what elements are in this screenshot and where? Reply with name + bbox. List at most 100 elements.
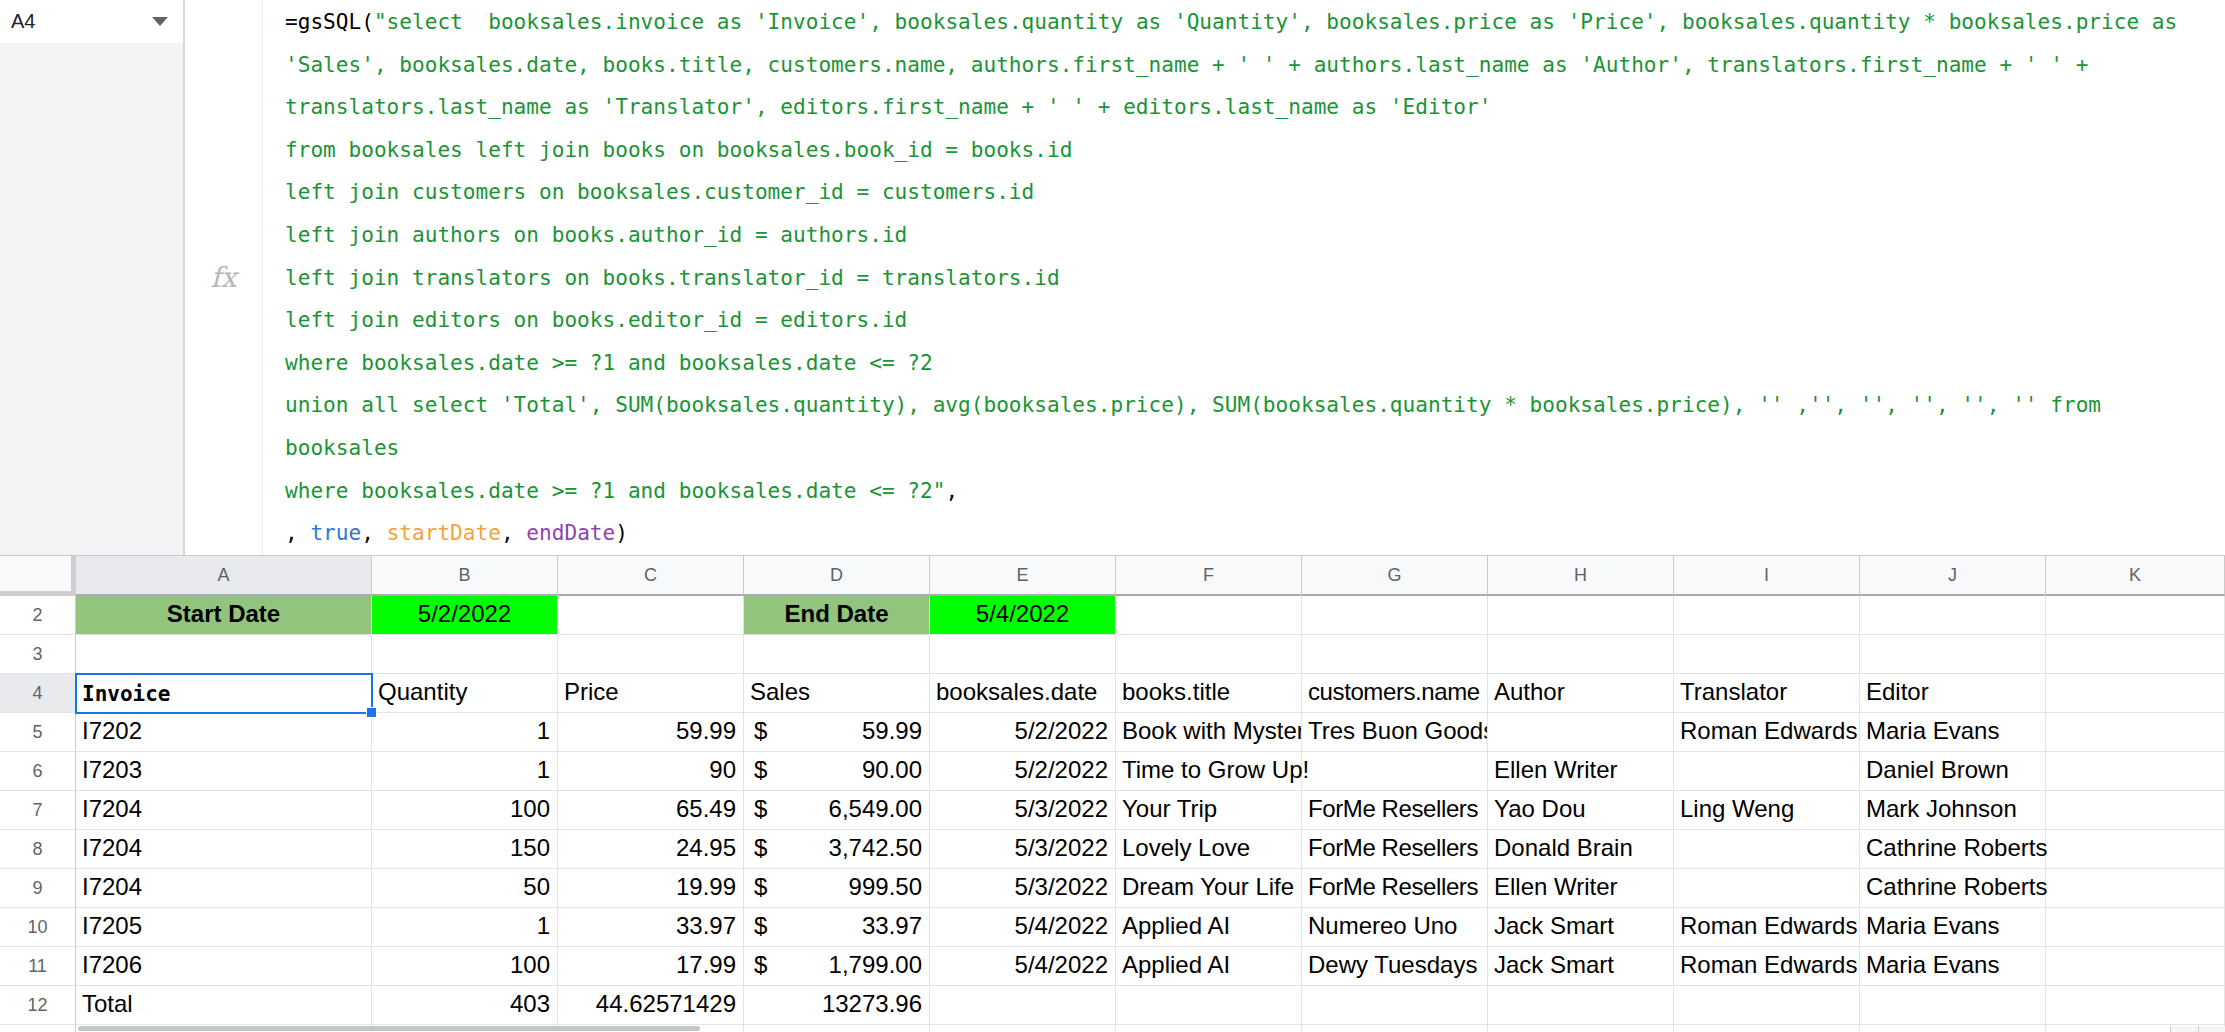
cell-C12[interactable]: 44.62571429 (558, 986, 744, 1025)
cell-C10[interactable]: 33.97 (558, 908, 744, 947)
cell-J12[interactable] (1860, 986, 2046, 1025)
column-header-J[interactable]: J (1860, 555, 2046, 596)
cell-I8[interactable] (1674, 830, 1860, 869)
cell-A4[interactable]: Invoice (76, 674, 372, 713)
cell-E11[interactable]: 5/4/2022 (930, 947, 1116, 986)
column-header-H[interactable]: H (1488, 555, 1674, 596)
cell-D10[interactable]: $33.97 (744, 908, 930, 947)
cell-K5[interactable] (2046, 713, 2225, 752)
cell-I2[interactable] (1674, 596, 1860, 635)
cell-K10[interactable] (2046, 908, 2225, 947)
cell-B11[interactable]: 100 (372, 947, 558, 986)
cell-D2[interactable]: End Date (744, 596, 930, 635)
cell-K4[interactable] (2046, 674, 2225, 713)
cell-G8[interactable]: ForMe Resellers (1302, 830, 1488, 869)
row-header-10[interactable]: 10 (0, 908, 76, 947)
cell-C3[interactable] (558, 635, 744, 674)
column-header-E[interactable]: E (930, 555, 1116, 596)
row-header-5[interactable]: 5 (0, 713, 76, 752)
cell-H11[interactable]: Jack Smart (1488, 947, 1674, 986)
row-header-4[interactable]: 4 (0, 674, 76, 713)
cell-F2[interactable] (1116, 596, 1302, 635)
cell-I9[interactable] (1674, 869, 1860, 908)
formula-input[interactable]: =gsSQL("select booksales.invoice as 'Inv… (264, 0, 2225, 555)
name-box[interactable]: A4 (0, 0, 183, 43)
cell-B10[interactable]: 1 (372, 908, 558, 947)
row-header-9[interactable]: 9 (0, 869, 76, 908)
cell-B6[interactable]: 1 (372, 752, 558, 791)
cell-B3[interactable] (372, 635, 558, 674)
cell-K9[interactable] (2046, 869, 2225, 908)
cell-H3[interactable] (1488, 635, 1674, 674)
cell-E4[interactable]: booksales.date (930, 674, 1116, 713)
cell-I3[interactable] (1674, 635, 1860, 674)
cell-G10[interactable]: Numereo Uno (1302, 908, 1488, 947)
cell-B7[interactable]: 100 (372, 791, 558, 830)
cell-I11[interactable]: Roman Edwards (1674, 947, 1860, 986)
cell-C2[interactable] (558, 596, 744, 635)
cell-E9[interactable]: 5/3/2022 (930, 869, 1116, 908)
cell-I5[interactable]: Roman Edwards (1674, 713, 1860, 752)
cell-J11[interactable]: Maria Evans (1860, 947, 2046, 986)
cell-A9[interactable]: I7204 (76, 869, 372, 908)
cell-J3[interactable] (1860, 635, 2046, 674)
cell-E6[interactable]: 5/2/2022 (930, 752, 1116, 791)
row-header-7[interactable]: 7 (0, 791, 76, 830)
cell-A11[interactable]: I7206 (76, 947, 372, 986)
cell-A3[interactable] (76, 635, 372, 674)
cell-H7[interactable]: Yao Dou (1488, 791, 1674, 830)
cell-F3[interactable] (1116, 635, 1302, 674)
cell-D9[interactable]: $999.50 (744, 869, 930, 908)
cell-H5[interactable] (1488, 713, 1674, 752)
cell-A2[interactable]: Start Date (76, 596, 372, 635)
cell-H2[interactable] (1488, 596, 1674, 635)
cell-J2[interactable] (1860, 596, 2046, 635)
cell-C9[interactable]: 19.99 (558, 869, 744, 908)
cell-H10[interactable]: Jack Smart (1488, 908, 1674, 947)
cell-I6[interactable] (1674, 752, 1860, 791)
cell-E5[interactable]: 5/2/2022 (930, 713, 1116, 752)
cell-B5[interactable]: 1 (372, 713, 558, 752)
column-header-C[interactable]: C (558, 555, 744, 596)
cell-D3[interactable] (744, 635, 930, 674)
cell-J9[interactable]: Cathrine Roberts (1860, 869, 2046, 908)
cell-G11[interactable]: Dewy Tuesdays (1302, 947, 1488, 986)
cell-K6[interactable] (2046, 752, 2225, 791)
cell-A7[interactable]: I7204 (76, 791, 372, 830)
cell-E2[interactable]: 5/4/2022 (930, 596, 1116, 635)
column-header-D[interactable]: D (744, 555, 930, 596)
row-header-3[interactable]: 3 (0, 635, 76, 674)
cell-H6[interactable]: Ellen Writer (1488, 752, 1674, 791)
cell-G2[interactable] (1302, 596, 1488, 635)
cell-A5[interactable]: I7202 (76, 713, 372, 752)
column-header-B[interactable]: B (372, 555, 558, 596)
cell-H4[interactable]: Author (1488, 674, 1674, 713)
row-header-11[interactable]: 11 (0, 947, 76, 986)
cell-F7[interactable]: Your Trip (1116, 791, 1302, 830)
cell-C7[interactable]: 65.49 (558, 791, 744, 830)
horizontal-scrollbar[interactable] (76, 1025, 2225, 1032)
cell-I4[interactable]: Translator (1674, 674, 1860, 713)
scrollbar-thumb[interactable] (78, 1026, 700, 1031)
cell-E3[interactable] (930, 635, 1116, 674)
column-header-I[interactable]: I (1674, 555, 1860, 596)
row-header-12[interactable]: 12 (0, 986, 76, 1025)
cell-A10[interactable]: I7205 (76, 908, 372, 947)
cell-K3[interactable] (2046, 635, 2225, 674)
row-header-8[interactable]: 8 (0, 830, 76, 869)
cell-F5[interactable]: Book with Myster (1116, 713, 1302, 752)
cell-H8[interactable]: Donald Brain (1488, 830, 1674, 869)
cell-C6[interactable]: 90 (558, 752, 744, 791)
row-header-6[interactable]: 6 (0, 752, 76, 791)
row-header-2[interactable]: 2 (0, 596, 76, 635)
cell-K12[interactable] (2046, 986, 2225, 1025)
cell-I12[interactable] (1674, 986, 1860, 1025)
cell-K7[interactable] (2046, 791, 2225, 830)
cell-B12[interactable]: 403 (372, 986, 558, 1025)
cell-A8[interactable]: I7204 (76, 830, 372, 869)
cell-F9[interactable]: Dream Your Life (1116, 869, 1302, 908)
cell-C5[interactable]: 59.99 (558, 713, 744, 752)
cell-F8[interactable]: Lovely Love (1116, 830, 1302, 869)
row-header-partial[interactable] (0, 1025, 76, 1032)
cell-F11[interactable]: Applied AI (1116, 947, 1302, 986)
